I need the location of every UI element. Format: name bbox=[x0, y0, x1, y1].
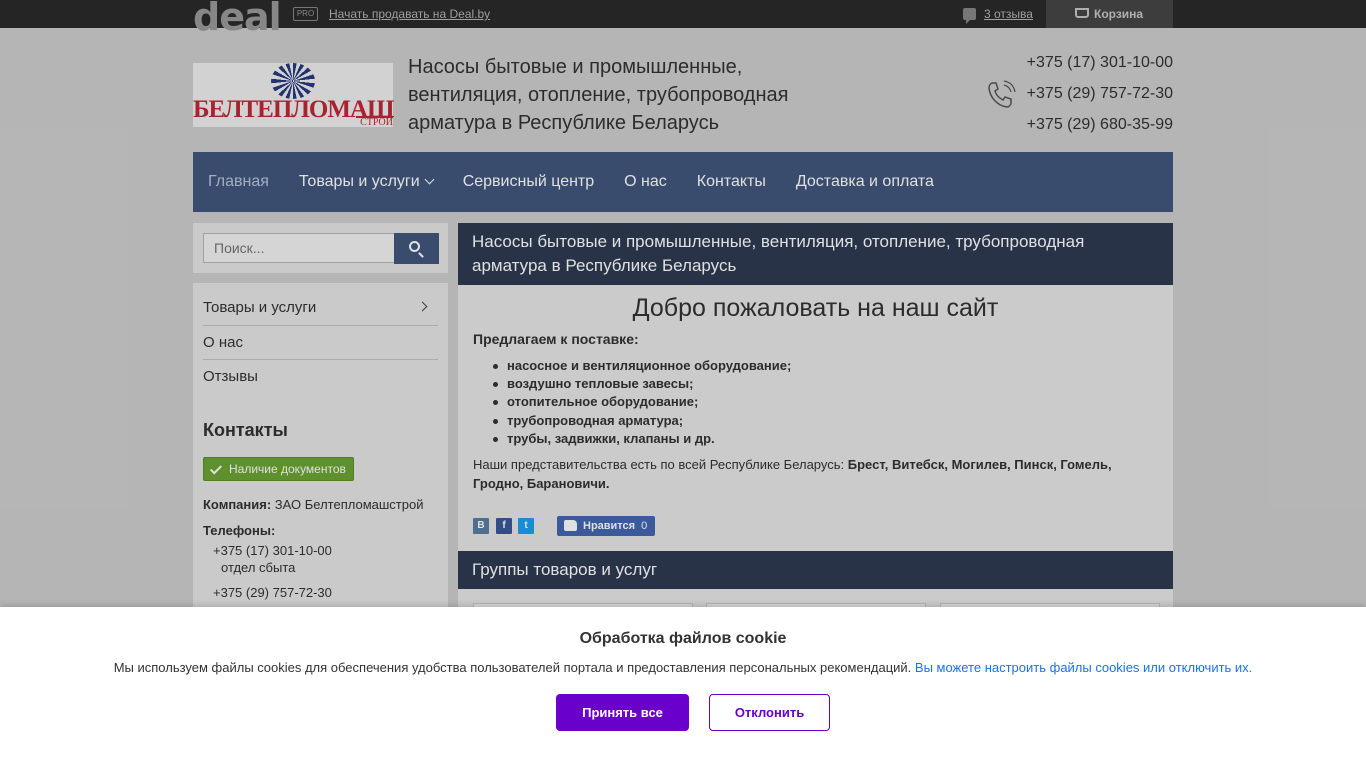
cookie-banner: Обработка файлов cookie Мы используем фа… bbox=[0, 607, 1366, 768]
accept-all-button[interactable]: Принять все bbox=[556, 694, 689, 731]
cookie-settings-link[interactable]: Вы можете настроить файлы cookies или от… bbox=[915, 660, 1252, 675]
decline-button[interactable]: Отклонить bbox=[709, 694, 830, 731]
cookie-title: Обработка файлов cookie bbox=[579, 630, 787, 647]
cookie-text: Мы используем файлы cookies для обеспече… bbox=[0, 660, 1366, 675]
cookie-description: Мы используем файлы cookies для обеспече… bbox=[113, 660, 912, 675]
